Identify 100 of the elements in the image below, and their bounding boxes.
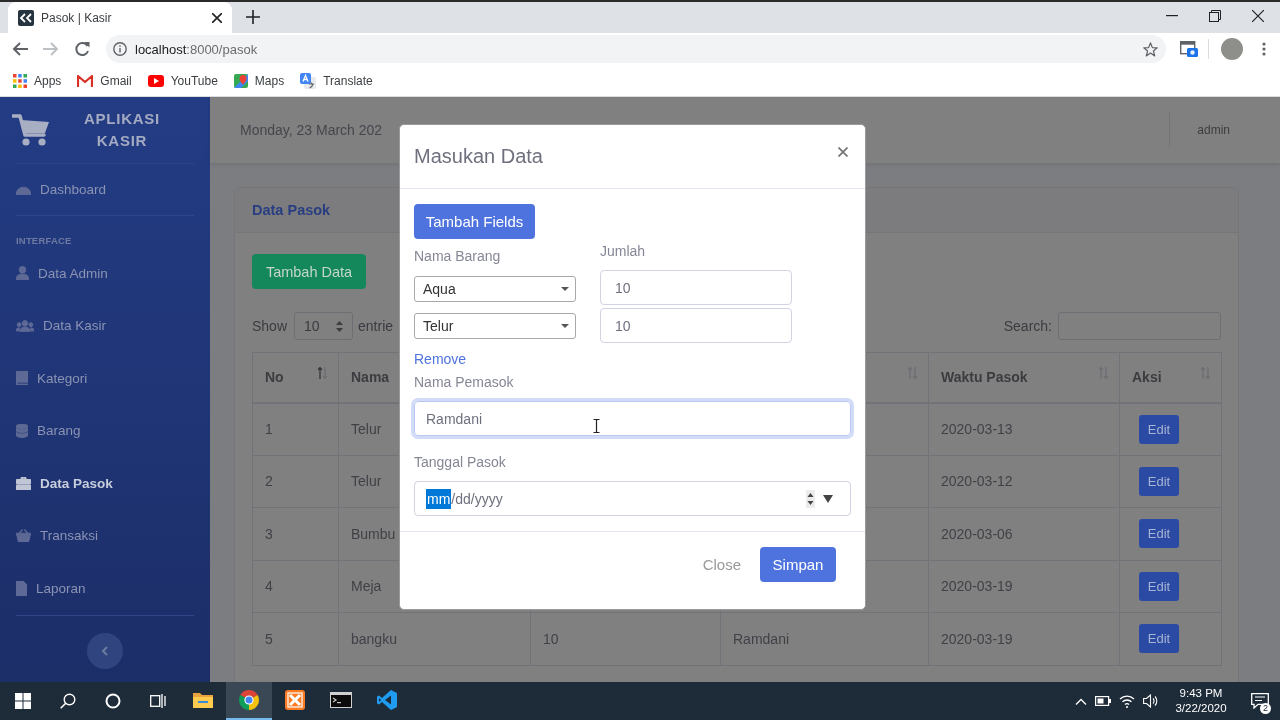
sidebar-item[interactable]: Transaksi [16,509,194,562]
edit-button[interactable]: Edit [1139,624,1179,654]
sidebar-item[interactable]: Data Kasir [16,299,194,352]
input-field[interactable]: 10 [600,308,792,343]
column-header[interactable]: Waktu Pasok [941,369,1028,386]
table-cell: 5 [252,612,339,665]
show-label: Show [252,318,288,334]
save-button[interactable]: Simpan [760,547,836,582]
app-name: APLIKASI KASIR [83,109,161,151]
date-segment[interactable]: mm [426,488,452,509]
table-cell: 2020-03-13 [928,402,1120,455]
select-field[interactable]: Telur [414,313,576,339]
entries-select[interactable]: 10 [294,312,354,340]
entries-label: entrie [358,318,394,334]
menu-icon[interactable] [1262,42,1266,56]
speech-bubble-icon[interactable] [1251,693,1269,709]
sidebar-item[interactable]: Laporan [16,562,194,615]
card-title: Data Pasok [252,202,331,218]
basket-icon [16,529,31,543]
battery-icon[interactable] [1095,696,1111,706]
chevron-up-icon[interactable] [1075,697,1087,705]
sidebar-item[interactable]: Kategori [16,352,194,405]
sidebar-item[interactable]: Data Admin [16,247,194,300]
terminal-icon [330,692,352,708]
windows-logo-icon[interactable] [14,693,31,709]
close-icon[interactable] [212,12,222,23]
minimize-icon[interactable] [1166,14,1178,17]
back-icon[interactable] [12,41,28,57]
gauge-icon [16,184,31,195]
field-label: Nama Pemasok [414,374,514,390]
bookmark[interactable]: Translate [300,72,373,89]
table-cell: 4 [252,560,339,613]
table-cell: 10 [530,612,721,665]
sidebar-item[interactable]: Data Pasok [16,457,194,510]
add-data-button[interactable]: Tambah Data [252,254,366,289]
file-icon [16,580,27,596]
table-cell: 2020-03-12 [928,455,1120,508]
address-bar[interactable]: localhost:8000/pasok [106,35,1166,63]
updown-icon [336,320,344,332]
sidebar-item[interactable]: Barang [16,404,194,457]
task-view-icon[interactable] [149,693,166,709]
add-fields-button[interactable]: Tambah Fields [414,204,535,239]
sidebar-item[interactable]: Dashboard [16,164,194,215]
text-cursor-icon [593,419,600,433]
date-field[interactable]: mm/dd/yyyy [414,481,851,516]
search-label: Search: [1003,318,1052,334]
star-icon[interactable] [1143,41,1158,57]
table-cell: 2020-03-19 [928,612,1120,665]
speaker-icon[interactable] [1143,694,1158,708]
remove-link[interactable]: Remove [414,351,467,367]
clock-date[interactable]: 3/22/2020 [1175,701,1227,716]
window-icon[interactable] [1180,41,1198,57]
bookmark[interactable]: Apps [13,73,62,88]
caret-icon [561,287,569,291]
column-header[interactable]: Nama [351,369,390,386]
notification-count: 2 [1260,703,1271,714]
translate-icon [300,72,317,89]
browser-tab[interactable]: Pasok | Kasir [8,2,232,33]
caret-icon[interactable] [823,494,833,503]
table-cell: 1 [252,402,339,455]
favicon-icon [18,9,34,26]
column-header[interactable]: Aksi [1132,369,1162,386]
user-icon [16,266,29,281]
table-cell: 3 [252,507,339,560]
reload-icon[interactable] [74,41,90,57]
avatar[interactable] [1221,38,1243,60]
caret-icon [561,324,569,328]
column-header[interactable]: No [265,369,284,386]
search-icon[interactable] [59,693,76,709]
info-icon[interactable] [113,42,127,56]
plus-icon[interactable] [246,10,260,24]
edit-button[interactable]: Edit [1139,519,1179,549]
date-segment[interactable]: /dd/yyyy [451,488,503,509]
table-cell: 2020-03-19 [928,560,1120,613]
table-cell: 2020-03-06 [928,507,1120,560]
cart-icon [12,113,50,147]
sort-icon[interactable] [318,367,327,379]
input-field[interactable]: 10 [600,270,792,305]
table-cell: Ramdani [720,612,929,665]
spin-icon[interactable] [806,489,815,508]
wifi-icon[interactable] [1119,694,1135,708]
edit-button[interactable]: Edit [1139,571,1179,601]
select-field[interactable]: Aqua [414,276,576,302]
browser-icon [239,690,259,710]
input-field[interactable]: Ramdani [414,401,851,436]
clock-time[interactable]: 9:43 PM [1179,686,1223,701]
url-text: localhost:8000/pasok [135,41,258,57]
edit-button[interactable]: Edit [1139,466,1179,496]
restore-icon[interactable] [1209,9,1221,22]
bookmark[interactable]: Gmail [77,73,132,88]
close-icon[interactable] [1252,9,1264,22]
bookmark[interactable]: Maps [233,73,285,88]
field-label: Jumlah [600,243,646,259]
edit-button[interactable]: Edit [1139,414,1179,444]
close-button[interactable]: Close [690,547,753,582]
circle-icon[interactable] [104,693,121,709]
bookmark[interactable]: YouTube [147,73,218,88]
user-name[interactable]: admin [1197,123,1230,137]
forward-icon [43,41,59,57]
sidebar-toggle[interactable] [87,632,123,669]
